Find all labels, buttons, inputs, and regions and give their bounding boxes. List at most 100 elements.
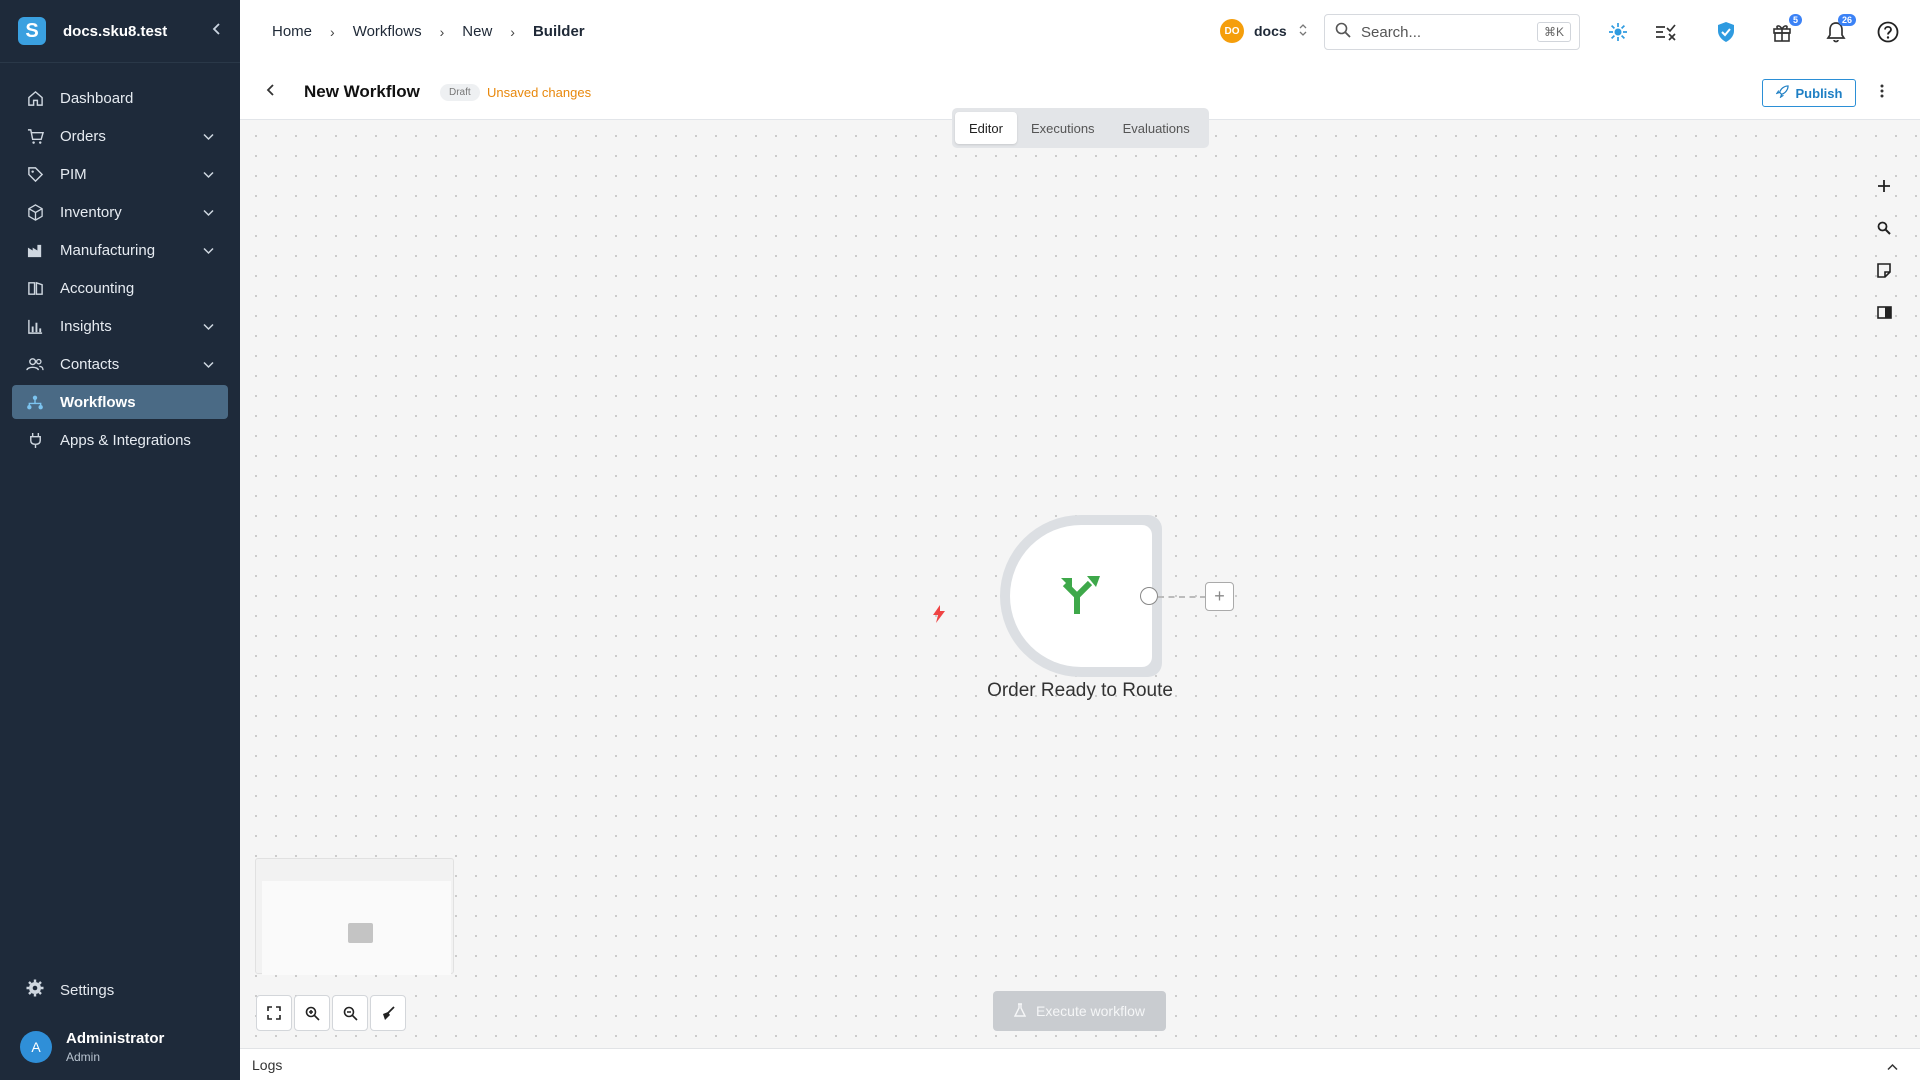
people-icon	[26, 355, 44, 373]
tab-executions[interactable]: Executions	[1017, 112, 1109, 144]
app-logo[interactable]: S	[18, 17, 46, 45]
search-shortcut: ⌘K	[1536, 22, 1571, 42]
gift-icon[interactable]: 5	[1770, 14, 1802, 44]
connection-line	[1158, 596, 1206, 598]
tag-icon	[26, 165, 44, 183]
help-icon[interactable]	[1876, 20, 1900, 44]
sidebar-item-dashboard[interactable]: Dashboard	[12, 81, 228, 115]
view-tabs: Editor Executions Evaluations	[952, 108, 1209, 148]
factory-icon	[26, 241, 44, 259]
gear-icon	[26, 979, 44, 1001]
trigger-node[interactable]	[1000, 515, 1162, 677]
chevron-right-icon: ›	[510, 23, 515, 40]
sidebar-item-label: Workflows	[60, 393, 136, 411]
shield-icon[interactable]	[1714, 20, 1738, 44]
sidebar-item-inventory[interactable]: Inventory	[12, 195, 228, 229]
logs-label: Logs	[252, 1056, 283, 1073]
sidebar-item-label: Dashboard	[60, 89, 134, 107]
ledger-icon	[26, 279, 44, 297]
zoom-in-icon[interactable]	[294, 995, 330, 1031]
sidebar-item-pim[interactable]: PIM	[12, 157, 228, 191]
minimap-node	[348, 923, 373, 943]
sidebar-item-orders[interactable]: Orders	[12, 119, 228, 153]
search-input[interactable]	[1361, 23, 1531, 41]
chevron-down-icon	[203, 166, 214, 183]
sidebar-item-apps-integrations[interactable]: Apps & Integrations	[12, 423, 228, 457]
collapse-sidebar-icon[interactable]	[212, 22, 222, 40]
chevron-down-icon	[203, 318, 214, 335]
sticky-note-icon[interactable]	[1870, 256, 1898, 284]
ai-sparkle-icon[interactable]	[1606, 20, 1630, 44]
flask-icon	[1013, 1002, 1027, 1020]
chevron-right-icon: ›	[330, 23, 335, 40]
toggle-panel-icon[interactable]	[1870, 298, 1898, 326]
tidy-up-broom-icon[interactable]	[370, 995, 406, 1031]
workspace-switcher[interactable]: DO docs	[1220, 19, 1307, 43]
tasks-check-icon[interactable]	[1654, 20, 1678, 44]
settings-label: Settings	[60, 981, 115, 999]
breadcrumb-workflows[interactable]: Workflows	[353, 23, 422, 40]
box-icon	[26, 203, 44, 221]
back-arrow-icon[interactable]	[266, 83, 276, 102]
workspace-avatar: DO	[1220, 19, 1244, 43]
home-icon	[26, 89, 44, 107]
minimap[interactable]	[255, 858, 454, 975]
minimap-viewport	[262, 881, 451, 975]
notifications-badge: 26	[1837, 14, 1856, 26]
chevron-down-icon	[203, 242, 214, 259]
logs-panel-bar[interactable]: Logs	[240, 1048, 1920, 1080]
execute-workflow-button[interactable]: Execute workflow	[993, 991, 1166, 1031]
user-name: Administrator	[66, 1030, 165, 1047]
cart-icon	[26, 127, 44, 145]
org-name[interactable]: docs.sku8.test	[63, 23, 212, 40]
route-split-icon	[1057, 570, 1105, 623]
bar-chart-icon	[26, 317, 44, 335]
publish-label: Publish	[1795, 85, 1843, 101]
gift-badge: 5	[1788, 14, 1802, 26]
zoom-out-icon[interactable]	[332, 995, 368, 1031]
trigger-bolt-icon	[932, 605, 946, 628]
workflow-title[interactable]: New Workflow	[304, 82, 420, 102]
search-nodes-icon[interactable]	[1870, 214, 1898, 242]
breadcrumb: Home › Workflows › New › Builder	[272, 23, 585, 40]
sidebar: S docs.sku8.test Dashboard Orders PIM In…	[0, 0, 240, 1080]
bell-icon[interactable]: 26	[1824, 14, 1856, 44]
breadcrumb-current: Builder	[532, 23, 585, 40]
node-label: Order Ready to Route	[987, 680, 1173, 701]
node-output-handle[interactable]	[1140, 587, 1158, 605]
more-options-icon[interactable]	[1880, 83, 1884, 104]
breadcrumb-home[interactable]: Home	[272, 23, 312, 40]
sidebar-item-settings[interactable]: Settings	[12, 970, 228, 1010]
chevron-up-icon[interactable]	[1887, 1058, 1898, 1074]
user-profile[interactable]: A Administrator Admin	[0, 1018, 240, 1080]
sidebar-item-accounting[interactable]: Accounting	[12, 271, 228, 305]
sidebar-item-insights[interactable]: Insights	[12, 309, 228, 343]
tab-evaluations[interactable]: Evaluations	[1109, 112, 1204, 144]
trigger-node-body[interactable]	[1010, 525, 1152, 667]
sidebar-nav: Dashboard Orders PIM Inventory Manufactu…	[0, 63, 240, 457]
add-node-icon[interactable]	[1870, 172, 1898, 200]
sidebar-item-workflows[interactable]: Workflows	[12, 385, 228, 419]
breadcrumb-new[interactable]: New	[462, 23, 492, 40]
tab-editor[interactable]: Editor	[955, 112, 1017, 144]
avatar: A	[20, 1031, 52, 1063]
sidebar-item-contacts[interactable]: Contacts	[12, 347, 228, 381]
chevron-right-icon: ›	[439, 23, 445, 40]
sidebar-item-label: Inventory	[60, 203, 122, 221]
sidebar-item-manufacturing[interactable]: Manufacturing	[12, 233, 228, 267]
sidebar-item-label: Accounting	[60, 279, 135, 297]
add-next-node-button[interactable]: +	[1205, 582, 1234, 611]
execute-label: Execute workflow	[1036, 1003, 1145, 1019]
plug-icon	[26, 431, 44, 449]
sidebar-header: S docs.sku8.test	[0, 0, 240, 63]
user-info: Administrator Admin	[66, 1030, 164, 1064]
rocket-icon	[1774, 85, 1789, 101]
sidebar-item-label: PIM	[60, 165, 87, 183]
fit-view-icon[interactable]	[256, 995, 292, 1031]
publish-button[interactable]: Publish	[1762, 79, 1856, 107]
search-box[interactable]: ⌘K	[1324, 14, 1580, 50]
sidebar-footer: Settings A Administrator Admin	[0, 970, 240, 1080]
sidebar-item-label: Contacts	[60, 355, 120, 373]
workflow-icon	[26, 393, 44, 411]
sidebar-item-label: Insights	[60, 317, 112, 335]
